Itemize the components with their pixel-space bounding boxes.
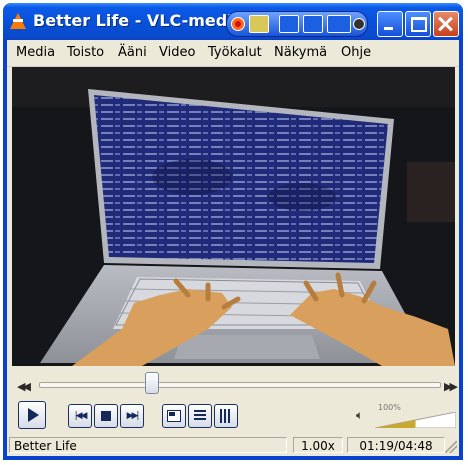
video-area[interactable] bbox=[12, 67, 455, 366]
play-button[interactable] bbox=[18, 401, 46, 429]
control-panel: ◀◀ ▶▶ |◀◀ ▶▶| 🔈︎ 100% bbox=[7, 368, 459, 434]
up-arrow-icon[interactable] bbox=[279, 15, 299, 33]
fast-forward-icon[interactable]: ▶▶ bbox=[444, 380, 458, 393]
title-bar[interactable]: Better Life - VLC-mediasoitin bbox=[3, 3, 463, 39]
stop-icon bbox=[101, 411, 111, 421]
stop-button[interactable] bbox=[94, 404, 118, 428]
forward-icon[interactable] bbox=[303, 15, 323, 33]
resize-grip[interactable] bbox=[445, 441, 457, 453]
deskbar-close-icon[interactable] bbox=[353, 18, 365, 30]
volume-label: 100% bbox=[378, 403, 401, 412]
next-button[interactable]: ▶▶| bbox=[120, 404, 144, 428]
maximize-button[interactable] bbox=[405, 11, 431, 37]
seek-handle[interactable] bbox=[145, 372, 159, 394]
speaker-icon[interactable]: 🔈︎ bbox=[356, 408, 370, 422]
menu-bar: Media Toisto Ääni Video Työkalut Näkymä … bbox=[7, 40, 459, 67]
menu-ohje[interactable]: Ohje bbox=[341, 45, 371, 60]
rewind-icon[interactable]: ◀◀ bbox=[17, 380, 31, 393]
status-title: Better Life bbox=[9, 437, 287, 453]
menu-toisto[interactable]: Toisto bbox=[67, 45, 104, 60]
extended-settings-button[interactable] bbox=[214, 404, 238, 428]
next-icon: ▶▶| bbox=[126, 411, 140, 421]
status-bar: Better Life 1.00x 01:19/04:48 bbox=[7, 435, 459, 456]
record-icon[interactable] bbox=[231, 17, 245, 31]
video-frame bbox=[12, 67, 455, 366]
menu-aani[interactable]: Ääni bbox=[118, 45, 147, 60]
screen-icon[interactable] bbox=[327, 15, 351, 33]
playback-time[interactable]: 01:19/04:48 bbox=[347, 437, 445, 453]
menu-nakyma[interactable]: Näkymä bbox=[274, 45, 327, 60]
camera-icon[interactable] bbox=[249, 15, 269, 33]
playback-speed[interactable]: 1.00x bbox=[293, 437, 343, 453]
playlist-button[interactable] bbox=[188, 404, 212, 428]
seek-bar[interactable] bbox=[39, 382, 441, 388]
volume-slider[interactable] bbox=[375, 412, 456, 428]
menu-video[interactable]: Video bbox=[159, 45, 195, 60]
vlc-window: Better Life - VLC-mediasoitin Media Tois… bbox=[3, 3, 463, 460]
media-deskbar bbox=[226, 11, 368, 37]
fullscreen-icon bbox=[167, 410, 181, 422]
close-button[interactable] bbox=[433, 11, 459, 37]
menu-tyokalut[interactable]: Työkalut bbox=[208, 45, 262, 60]
client-area: Media Toisto Ääni Video Työkalut Näkymä … bbox=[7, 40, 459, 456]
vlc-cone-icon[interactable] bbox=[10, 13, 26, 29]
menu-media[interactable]: Media bbox=[16, 45, 55, 60]
fullscreen-button[interactable] bbox=[162, 404, 186, 428]
previous-button[interactable]: |◀◀ bbox=[68, 404, 92, 428]
play-icon bbox=[28, 408, 39, 422]
previous-icon: |◀◀ bbox=[74, 411, 88, 421]
minimize-button[interactable] bbox=[377, 11, 403, 37]
